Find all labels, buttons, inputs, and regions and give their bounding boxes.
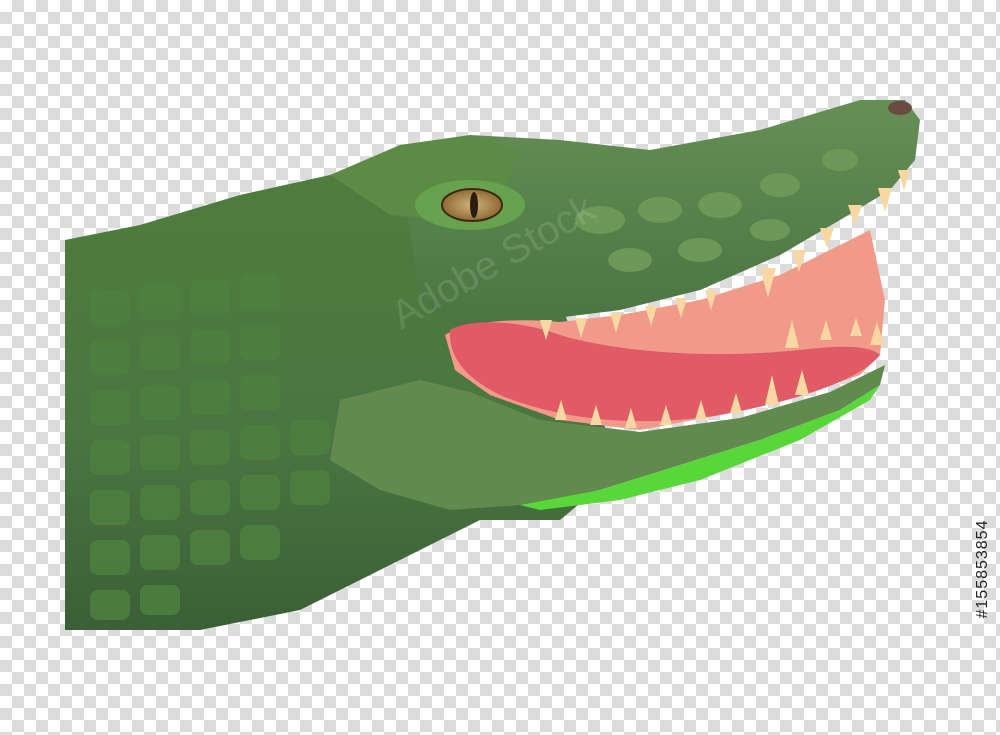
crocodile-illustration <box>65 100 920 630</box>
crocodile-eye <box>415 180 525 230</box>
stock-id-label: #155853854 <box>974 519 991 619</box>
crocodile-nostril <box>888 101 912 115</box>
